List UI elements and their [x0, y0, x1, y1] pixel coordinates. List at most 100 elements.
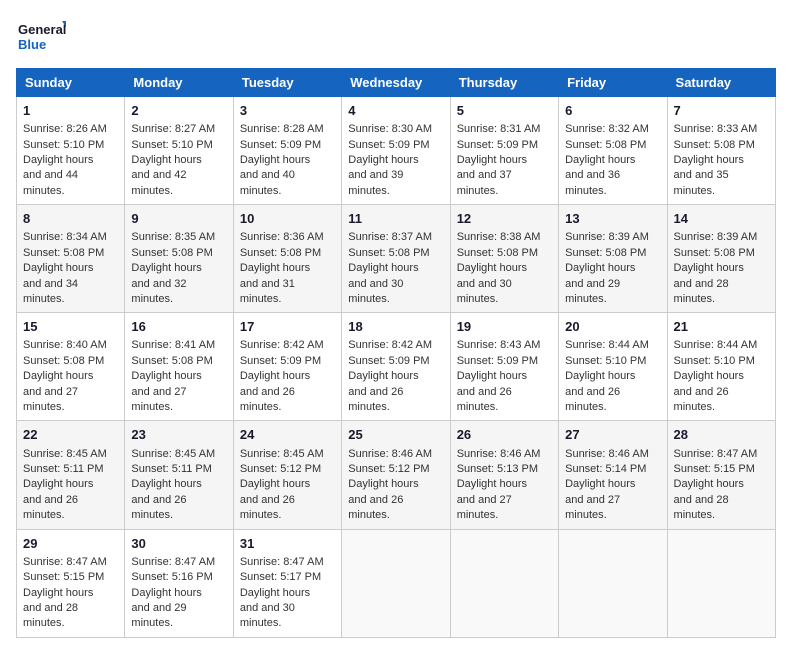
- calendar-cell: 28Sunrise: 8:47 AMSunset: 5:15 PMDayligh…: [667, 421, 775, 529]
- daylight-duration: and and 27 minutes.: [565, 494, 620, 521]
- calendar-cell: 4Sunrise: 8:30 AMSunset: 5:09 PMDaylight…: [342, 97, 450, 205]
- calendar-cell: 19Sunrise: 8:43 AMSunset: 5:09 PMDayligh…: [450, 313, 558, 421]
- day-header-saturday: Saturday: [667, 69, 775, 97]
- daylight-label: Daylight hours: [240, 478, 310, 490]
- sunrise-label: Sunrise: 8:47 AM: [240, 556, 324, 568]
- day-number: 5: [457, 102, 552, 120]
- calendar-cell: 22Sunrise: 8:45 AMSunset: 5:11 PMDayligh…: [17, 421, 125, 529]
- calendar-cell: 16Sunrise: 8:41 AMSunset: 5:08 PMDayligh…: [125, 313, 233, 421]
- daylight-duration: and and 26 minutes.: [23, 494, 78, 521]
- day-number: 29: [23, 535, 118, 553]
- calendar-table: SundayMondayTuesdayWednesdayThursdayFrid…: [16, 68, 776, 638]
- daylight-duration: and and 39 minutes.: [348, 169, 403, 196]
- calendar-cell: 10Sunrise: 8:36 AMSunset: 5:08 PMDayligh…: [233, 205, 341, 313]
- day-number: 18: [348, 318, 443, 336]
- sunrise-label: Sunrise: 8:42 AM: [240, 339, 324, 351]
- svg-text:General: General: [18, 22, 66, 37]
- daylight-duration: and and 30 minutes.: [348, 278, 403, 305]
- calendar-week-row: 29 Sunrise: 8:47 AM Sunset: 5:15 PM Dayligh…: [17, 529, 776, 637]
- sunrise-label: Sunrise: 8:36 AM: [240, 231, 324, 243]
- calendar-cell: 12Sunrise: 8:38 AMSunset: 5:08 PMDayligh…: [450, 205, 558, 313]
- sunrise-label: Sunrise: 8:47 AM: [131, 556, 215, 568]
- day-number: 28: [674, 426, 769, 444]
- calendar-week-row: 15Sunrise: 8:40 AMSunset: 5:08 PMDayligh…: [17, 313, 776, 421]
- daylight-duration: and and 36 minutes.: [565, 169, 620, 196]
- day-number: 26: [457, 426, 552, 444]
- daylight-duration: and and 27 minutes.: [457, 494, 512, 521]
- daylight-label: Daylight hours: [131, 478, 201, 490]
- daylight-label: Daylight hours: [348, 262, 418, 274]
- calendar-cell: 17Sunrise: 8:42 AMSunset: 5:09 PMDayligh…: [233, 313, 341, 421]
- sunset-label: Sunset: 5:10 PM: [131, 139, 212, 151]
- sunset-label: Sunset: 5:15 PM: [23, 571, 104, 583]
- daylight-duration: and and 28 minutes.: [674, 494, 729, 521]
- sunset-label: Sunset: 5:12 PM: [240, 463, 321, 475]
- sunset-label: Sunset: 5:08 PM: [131, 355, 212, 367]
- sunset-label: Sunset: 5:10 PM: [565, 355, 646, 367]
- daylight-duration: and and 26 minutes.: [565, 386, 620, 413]
- calendar-cell: 25Sunrise: 8:46 AMSunset: 5:12 PMDayligh…: [342, 421, 450, 529]
- calendar-week-row: 1Sunrise: 8:26 AMSunset: 5:10 PMDaylight…: [17, 97, 776, 205]
- sunset-label: Sunset: 5:10 PM: [23, 139, 104, 151]
- daylight-duration: and and 31 minutes.: [240, 278, 295, 305]
- day-header-friday: Friday: [559, 69, 667, 97]
- daylight-duration: and and 29 minutes.: [131, 602, 186, 629]
- sunrise-label: Sunrise: 8:38 AM: [457, 231, 541, 243]
- sunset-label: Sunset: 5:09 PM: [240, 139, 321, 151]
- day-number: 11: [348, 210, 443, 228]
- sunset-label: Sunset: 5:17 PM: [240, 571, 321, 583]
- sunset-label: Sunset: 5:08 PM: [131, 247, 212, 259]
- day-header-wednesday: Wednesday: [342, 69, 450, 97]
- sunset-label: Sunset: 5:16 PM: [131, 571, 212, 583]
- day-number: 22: [23, 426, 118, 444]
- daylight-duration: and and 30 minutes.: [240, 602, 295, 629]
- calendar-cell: 7Sunrise: 8:33 AMSunset: 5:08 PMDaylight…: [667, 97, 775, 205]
- sunrise-label: Sunrise: 8:39 AM: [674, 231, 758, 243]
- day-number: 20: [565, 318, 660, 336]
- day-header-tuesday: Tuesday: [233, 69, 341, 97]
- day-number: 19: [457, 318, 552, 336]
- calendar-cell: 5Sunrise: 8:31 AMSunset: 5:09 PMDaylight…: [450, 97, 558, 205]
- sunrise-label: Sunrise: 8:47 AM: [674, 448, 758, 460]
- calendar-cell: 11Sunrise: 8:37 AMSunset: 5:08 PMDayligh…: [342, 205, 450, 313]
- daylight-label: Daylight hours: [565, 154, 635, 166]
- calendar-cell: [342, 529, 450, 637]
- daylight-duration: and and 26 minutes.: [457, 386, 512, 413]
- sunrise-label: Sunrise: 8:35 AM: [131, 231, 215, 243]
- day-number: 27: [565, 426, 660, 444]
- calendar-cell: 2Sunrise: 8:27 AMSunset: 5:10 PMDaylight…: [125, 97, 233, 205]
- day-number: 17: [240, 318, 335, 336]
- calendar-week-row: 8Sunrise: 8:34 AMSunset: 5:08 PMDaylight…: [17, 205, 776, 313]
- daylight-duration: and and 28 minutes.: [23, 602, 78, 629]
- daylight-duration: and and 26 minutes.: [240, 386, 295, 413]
- day-number: 3: [240, 102, 335, 120]
- daylight-duration: and and 42 minutes.: [131, 169, 186, 196]
- calendar-cell: 23Sunrise: 8:45 AMSunset: 5:11 PMDayligh…: [125, 421, 233, 529]
- sunset-label: Sunset: 5:08 PM: [674, 139, 755, 151]
- page-header: General Blue: [16, 16, 776, 56]
- daylight-duration: and and 26 minutes.: [348, 386, 403, 413]
- sunset-label: Sunset: 5:11 PM: [131, 463, 212, 475]
- calendar-cell: 8Sunrise: 8:34 AMSunset: 5:08 PMDaylight…: [17, 205, 125, 313]
- calendar-cell: 26Sunrise: 8:46 AMSunset: 5:13 PMDayligh…: [450, 421, 558, 529]
- sunset-label: Sunset: 5:10 PM: [674, 355, 755, 367]
- sunset-label: Sunset: 5:11 PM: [23, 463, 104, 475]
- sunset-label: Sunset: 5:08 PM: [457, 247, 538, 259]
- sunrise-label: Sunrise: 8:46 AM: [565, 448, 649, 460]
- sunset-label: Sunset: 5:08 PM: [348, 247, 429, 259]
- daylight-label: Daylight hours: [131, 587, 201, 599]
- sunset-label: Sunset: 5:08 PM: [674, 247, 755, 259]
- daylight-label: Daylight hours: [457, 262, 527, 274]
- day-number: 7: [674, 102, 769, 120]
- sunset-label: Sunset: 5:09 PM: [457, 139, 538, 151]
- sunrise-label: Sunrise: 8:27 AM: [131, 123, 215, 135]
- day-number: 6: [565, 102, 660, 120]
- daylight-label: Daylight hours: [674, 370, 744, 382]
- daylight-label: Daylight hours: [348, 370, 418, 382]
- daylight-label: Daylight hours: [348, 478, 418, 490]
- daylight-label: Daylight hours: [674, 478, 744, 490]
- sunset-label: Sunset: 5:09 PM: [457, 355, 538, 367]
- day-number: 4: [348, 102, 443, 120]
- sunrise-label: Sunrise: 8:46 AM: [457, 448, 541, 460]
- daylight-label: Daylight hours: [23, 587, 93, 599]
